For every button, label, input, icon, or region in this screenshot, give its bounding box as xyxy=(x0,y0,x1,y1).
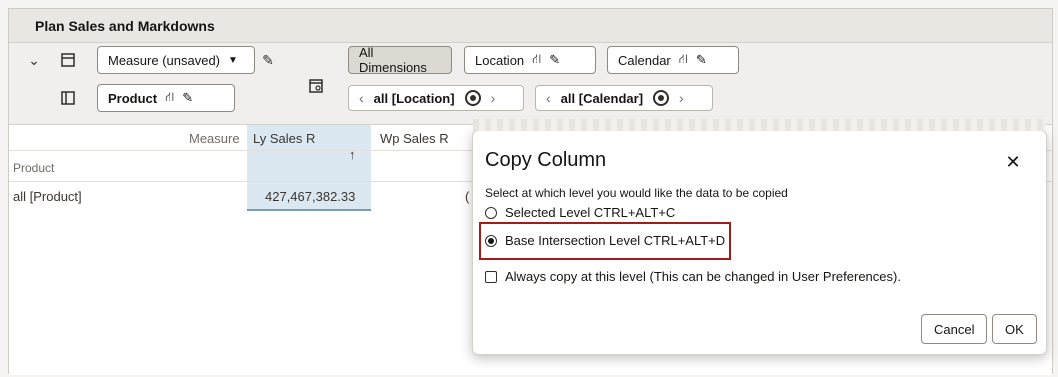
always-copy-label: Always copy at this level (This can be c… xyxy=(505,269,901,284)
location-dimension-button[interactable]: Location ⛙ ✎ xyxy=(464,46,596,74)
edit-pencil-icon[interactable]: ✎ xyxy=(182,90,193,106)
page-title: Plan Sales and Markdowns xyxy=(35,18,215,34)
row-header-product: Product xyxy=(13,161,55,175)
calendar-navigator[interactable]: ‹ all [Calendar] › xyxy=(535,85,713,111)
previous-chevron-icon[interactable]: ‹ xyxy=(546,90,551,106)
cell-underline xyxy=(247,209,371,211)
next-chevron-icon[interactable]: › xyxy=(491,90,496,106)
close-icon[interactable]: ✕ xyxy=(1004,153,1022,171)
ok-button[interactable]: OK xyxy=(992,314,1037,344)
ok-button-label: OK xyxy=(1005,321,1024,337)
calendar-nav-label: all [Calendar] xyxy=(560,90,644,106)
hierarchy-icon: ⛙ xyxy=(678,51,688,66)
option-selected-level[interactable]: Selected Level CTRL+ALT+C xyxy=(485,205,675,220)
column-header-ly-sales-r[interactable]: Ly Sales R xyxy=(253,131,315,146)
title-bar: Plan Sales and Markdowns xyxy=(9,9,1052,43)
location-navigator[interactable]: ‹ all [Location] › xyxy=(348,85,524,111)
radio-base-intersection-level[interactable] xyxy=(485,234,497,247)
measure-header: Measure xyxy=(189,131,240,146)
cell-ly-sales-r-value[interactable]: 427,467,382.33 xyxy=(265,189,355,204)
previous-chevron-icon[interactable]: ‹ xyxy=(359,90,364,106)
next-chevron-icon[interactable]: › xyxy=(679,90,684,106)
calendar-dimension-button[interactable]: Calendar ⛙ ✎ xyxy=(607,46,739,74)
dialog-instruction: Select at which level you would like the… xyxy=(485,186,788,200)
target-icon[interactable] xyxy=(464,90,481,106)
dialog-header-strip xyxy=(473,119,1046,131)
hierarchy-icon: ⛙ xyxy=(165,89,175,104)
measure-label: Measure (unsaved) xyxy=(108,52,220,68)
column-header-wp-sales-r[interactable]: Wp Sales R xyxy=(380,131,449,146)
copy-column-dialog: Copy Column ✕ Select at which level you … xyxy=(472,119,1047,355)
hierarchy-icon: ⛙ xyxy=(532,51,542,66)
product-label: Product xyxy=(108,90,158,106)
cell-wp-sales-r-partial[interactable]: ( xyxy=(465,189,469,204)
target-icon[interactable] xyxy=(653,90,670,106)
location-label: Location xyxy=(475,52,525,68)
all-dimensions-button[interactable]: All Dimensions xyxy=(348,45,452,75)
edit-pencil-icon[interactable]: ✎ xyxy=(549,52,560,68)
always-copy-checkbox-row[interactable]: Always copy at this level (This can be c… xyxy=(485,269,901,284)
all-dimensions-label: All Dimensions xyxy=(359,45,427,75)
sort-ascending-icon[interactable]: ↑ xyxy=(349,147,356,162)
option-selected-level-label: Selected Level CTRL+ALT+C xyxy=(505,205,676,220)
row-label-all-product[interactable]: all [Product] xyxy=(13,189,82,204)
collapse-chevron-icon[interactable]: ⌄ xyxy=(23,49,45,71)
edit-pencil-icon[interactable]: ✎ xyxy=(696,52,707,68)
pivot-table-icon[interactable] xyxy=(305,75,327,97)
dropdown-caret-icon: ▼ xyxy=(228,54,238,66)
edit-pencil-icon[interactable]: ✎ xyxy=(257,49,279,71)
option-base-intersection-level[interactable]: Base Intersection Level CTRL+ALT+D xyxy=(485,233,725,248)
option-base-label: Base Intersection Level CTRL+ALT+D xyxy=(505,233,726,248)
measure-dropdown[interactable]: Measure (unsaved) ▼ xyxy=(97,46,255,74)
radio-selected-level[interactable] xyxy=(485,206,497,219)
layout-columns-icon[interactable] xyxy=(57,87,79,109)
layout-rows-icon[interactable] xyxy=(57,49,79,71)
calendar-label: Calendar xyxy=(618,52,671,68)
cancel-button[interactable]: Cancel xyxy=(921,314,988,344)
location-nav-label: all [Location] xyxy=(373,90,455,106)
dialog-title: Copy Column xyxy=(485,149,607,171)
cancel-button-label: Cancel xyxy=(934,321,975,337)
always-copy-checkbox[interactable] xyxy=(485,270,497,283)
toolbar: ⌄ Measure (unsaved) ▼ ✎ All Dimensions L… xyxy=(9,43,1052,125)
product-dimension-button[interactable]: Product ⛙ ✎ xyxy=(97,84,235,112)
